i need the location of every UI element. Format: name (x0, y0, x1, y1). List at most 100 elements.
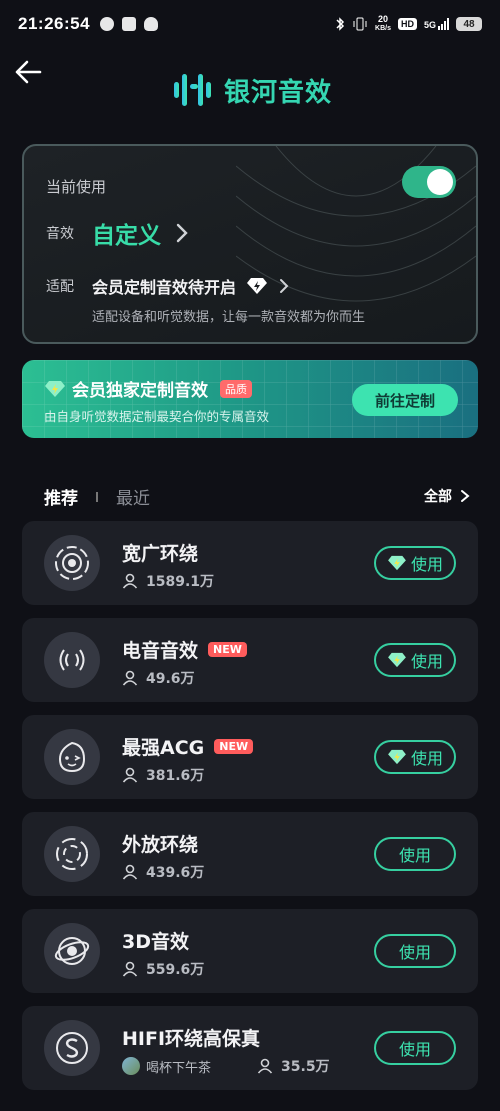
effect-key: 音效 (46, 226, 74, 242)
toggle-knob (427, 169, 453, 195)
effect-item-electronic[interactable]: 电音音效 NEW 49.6万 使用 (22, 618, 478, 702)
logo-text: 银河音效 (224, 77, 333, 108)
tab-divider (96, 491, 98, 502)
author-and-users: 喝杯下午茶 35.5万 (122, 1056, 330, 1076)
banner-title-text: 会员独家定制音效 (72, 381, 208, 401)
bluetooth-icon (336, 17, 345, 31)
back-arrow-icon[interactable] (12, 56, 44, 88)
effect-name: 3D音效 (122, 927, 189, 954)
effect-name: 电音音效 NEW (122, 636, 247, 663)
use-button-label: 使用 (410, 555, 443, 574)
vip-diamond-icon (388, 555, 406, 571)
effect-name-text: 外放环绕 (122, 834, 199, 856)
use-button[interactable]: 使用 (374, 740, 456, 774)
use-button[interactable]: 使用 (374, 643, 456, 677)
effect-name: 最强ACG NEW (122, 733, 254, 760)
use-button[interactable]: 使用 (374, 837, 456, 871)
user-count: 35.5万 (257, 1056, 330, 1076)
adapt-description: 适配设备和听觉数据，让每一款音效都为你而生 (92, 310, 366, 325)
view-all-label: 全部 (424, 489, 452, 505)
effect-item-3d[interactable]: 3D音效 559.6万 使用 (22, 909, 478, 993)
effect-name-text: 3D音效 (122, 931, 189, 953)
vip-diamond-icon (247, 278, 268, 294)
orbit-3d-icon (44, 923, 100, 979)
net-speed: 20 KB/s (375, 15, 391, 33)
user-icon (122, 573, 138, 589)
app-logo: 银河音效 (172, 70, 332, 110)
vip-diamond-icon (45, 380, 65, 397)
status-time: 21:26:54 (18, 14, 91, 33)
author[interactable]: 喝杯下午茶 (122, 1057, 211, 1076)
use-button-label: 使用 (398, 846, 431, 865)
use-button[interactable]: 使用 (374, 1031, 456, 1065)
chevron-right-icon (280, 279, 289, 293)
hd-badge: HD (397, 18, 417, 30)
status-bar: 21:26:54 20 KB/s HD 5G 48 (0, 0, 500, 48)
use-button[interactable]: 使用 (374, 934, 456, 968)
effect-toggle[interactable] (402, 166, 456, 198)
use-button-label: 使用 (398, 943, 431, 962)
view-all-link[interactable]: 全部 (424, 486, 470, 506)
signal-icon (438, 18, 449, 30)
status-left-icons (100, 17, 159, 31)
current-effect-card: 当前使用 音效 自定义 适配 会员定制音效待开启 适配设备和听觉数据，让每一款音… (22, 144, 478, 344)
author-name: 喝杯下午茶 (146, 1060, 212, 1076)
adapt-key: 适配 (46, 279, 74, 295)
speaker-surround-icon (44, 826, 100, 882)
vibrate-icon (353, 17, 367, 31)
effect-value: 自定义 (92, 223, 161, 249)
effect-name-text: 宽广环绕 (122, 543, 199, 565)
use-button[interactable]: 使用 (374, 546, 456, 580)
logo-wave-icon (174, 74, 211, 106)
author-avatar (122, 1057, 140, 1075)
network-type: 5G (423, 20, 436, 30)
effect-name-text: HIFI环绕高保真 (122, 1028, 261, 1050)
effect-name: 宽广环绕 (122, 539, 198, 566)
user-count-value: 439.6万 (146, 865, 205, 881)
tab-recommended[interactable]: 推荐 (44, 484, 78, 509)
vip-custom-banner[interactable]: 会员独家定制音效 品质 由自身听觉数据定制最契合你的专属音效 前往定制 (22, 360, 478, 438)
effect-row[interactable]: 音效 自定义 (46, 216, 189, 250)
new-badge: NEW (214, 739, 254, 754)
status-right: 20 KB/s HD 5G 48 (335, 15, 482, 33)
effect-item-wide-surround[interactable]: 宽广环绕 1589.1万 使用 (22, 521, 478, 605)
user-count: 439.6万 (122, 862, 204, 882)
user-count-value: 381.6万 (146, 768, 205, 784)
vip-diamond-icon (388, 749, 406, 765)
surround-icon (44, 535, 100, 591)
anime-face-icon (44, 729, 100, 785)
use-button-label: 使用 (410, 652, 443, 671)
tab-recent[interactable]: 最近 (116, 484, 150, 509)
quality-badge: 品质 (220, 379, 252, 398)
effect-item-speaker-surround[interactable]: 外放环绕 439.6万 使用 (22, 812, 478, 896)
battery-icon: 48 (456, 17, 482, 31)
effect-item-acg[interactable]: 最强ACG NEW 381.6万 使用 (22, 715, 478, 799)
user-count: 1589.1万 (122, 571, 214, 591)
user-icon (257, 1058, 273, 1074)
effect-item-hifi[interactable]: HIFI环绕高保真 喝杯下午茶 35.5万 使用 (22, 1006, 478, 1090)
effect-tabs: 推荐 最近 (44, 484, 150, 509)
use-button-label: 使用 (410, 749, 443, 768)
use-button-label: 使用 (398, 1040, 431, 1059)
user-count-value: 1589.1万 (146, 574, 215, 590)
network-indicator: 5G (424, 18, 449, 30)
go-customize-button[interactable]: 前往定制 (352, 384, 458, 416)
adapt-row[interactable]: 适配 会员定制音效待开启 (46, 274, 290, 298)
vip-diamond-icon (388, 652, 406, 668)
effect-name-text: 最强ACG (122, 737, 205, 759)
chevron-right-icon (461, 490, 470, 502)
user-count-value: 35.5万 (281, 1059, 330, 1075)
user-count: 559.6万 (122, 959, 204, 979)
banner-subtitle: 由自身听觉数据定制最契合你的专属音效 (44, 409, 270, 424)
adapt-value: 会员定制音效待开启 (92, 278, 237, 297)
video-icon (122, 17, 137, 31)
chevron-right-icon (176, 223, 188, 243)
qq-icon (144, 17, 159, 31)
user-icon (122, 670, 138, 686)
net-speed-unit: KB/s (375, 25, 391, 32)
effect-name: 外放环绕 (122, 830, 198, 857)
effect-name: HIFI环绕高保真 (122, 1024, 260, 1051)
user-count: 381.6万 (122, 765, 204, 785)
banner-title: 会员独家定制音效 品质 (44, 376, 252, 401)
user-count: 49.6万 (122, 668, 195, 688)
